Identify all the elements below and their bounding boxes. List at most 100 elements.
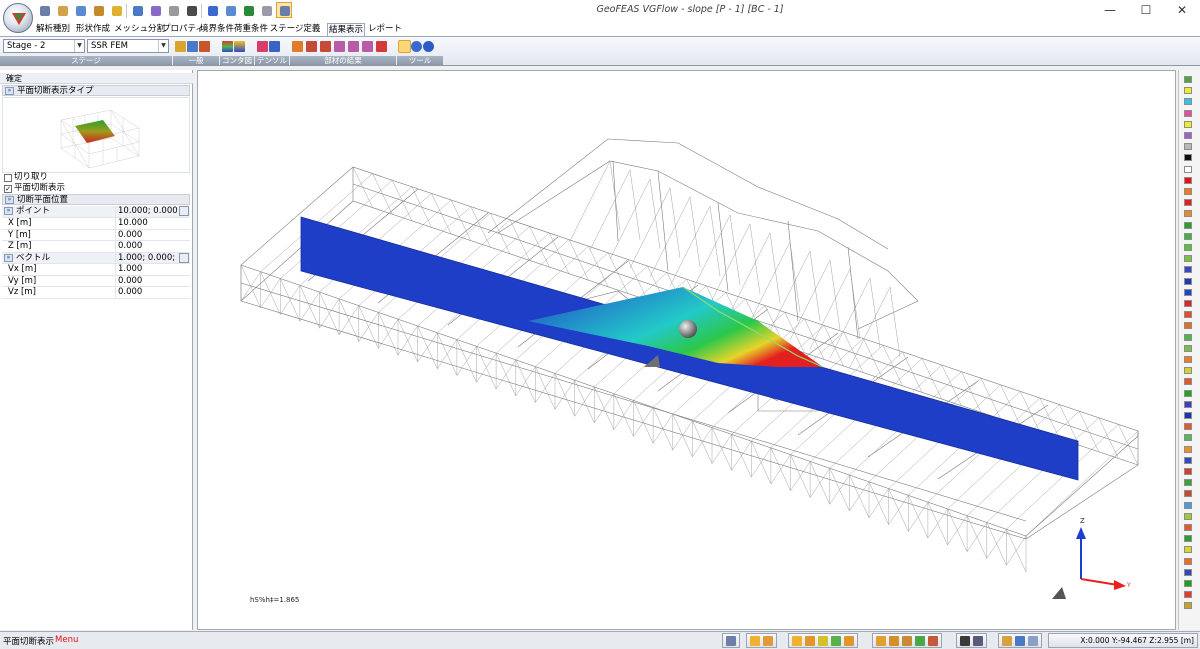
quick-access-icon-11[interactable]: [222, 2, 238, 18]
palette-swatch[interactable]: [1184, 378, 1192, 386]
palette-swatch[interactable]: [1184, 288, 1192, 296]
prop-value[interactable]: 10.000; 0.000; 0: [115, 206, 177, 217]
select-icon[interactable]: [750, 636, 760, 646]
tools-icon-active[interactable]: [398, 40, 411, 53]
output-icon-1[interactable]: [1002, 636, 1012, 646]
quick-access-icon-14[interactable]: [276, 2, 292, 18]
palette-swatch[interactable]: [1184, 367, 1192, 375]
contour-icon-1[interactable]: [222, 41, 233, 52]
palette-swatch[interactable]: [1184, 602, 1192, 610]
member-icon-mx[interactable]: [334, 41, 345, 52]
tab-results[interactable]: 結果表示: [327, 23, 365, 36]
display-icon-2[interactable]: [973, 636, 983, 646]
tab-load[interactable]: 荷重条件: [234, 23, 268, 36]
palette-swatch[interactable]: [1184, 591, 1192, 599]
prop-point[interactable]: » ポイント 10.000; 0.000; 0: [2, 206, 190, 218]
general-icon-3[interactable]: [199, 41, 210, 52]
prop-value[interactable]: 0.000: [115, 229, 177, 241]
palette-swatch[interactable]: [1184, 535, 1192, 543]
palette-swatch[interactable]: [1184, 568, 1192, 576]
palette-swatch[interactable]: [1184, 277, 1192, 285]
prop-value[interactable]: 10.000: [115, 218, 177, 229]
tab-property[interactable]: プロパティ: [162, 23, 204, 36]
prop-value[interactable]: 1.000; 0.000; 0.: [115, 252, 177, 264]
palette-swatch[interactable]: [1184, 232, 1192, 240]
tensor-icon-2[interactable]: [269, 41, 280, 52]
palette-swatch[interactable]: [1184, 490, 1192, 498]
palette-swatch[interactable]: [1184, 546, 1192, 554]
prop-x[interactable]: X [m] 10.000: [2, 218, 190, 230]
member-icon-vy[interactable]: [306, 41, 317, 52]
member-icon-n[interactable]: [292, 41, 303, 52]
palette-swatch[interactable]: [1184, 344, 1192, 352]
quick-access-icon-1[interactable]: [36, 2, 52, 18]
tensor-icon-1[interactable]: [257, 41, 268, 52]
prop-value[interactable]: 0.000: [115, 275, 177, 287]
quick-access-icon-12[interactable]: [240, 2, 256, 18]
palette-swatch[interactable]: [1184, 188, 1192, 195]
filter-icon-5[interactable]: [928, 636, 938, 646]
quick-access-icon-7[interactable]: [147, 2, 163, 18]
tab-geometry[interactable]: 形状作成: [74, 23, 112, 36]
snap-node-icon[interactable]: [844, 636, 854, 646]
quick-access-icon-13[interactable]: [258, 2, 274, 18]
tab-mesh[interactable]: メッシュ分割: [114, 23, 165, 36]
filter-icon-4[interactable]: [915, 636, 925, 646]
prop-value[interactable]: 0.000: [115, 241, 177, 252]
palette-swatch[interactable]: [1184, 400, 1192, 408]
prop-vector[interactable]: » ベクトル 1.000; 0.000; 0.: [2, 252, 190, 264]
general-icon-1[interactable]: [175, 41, 186, 52]
palette-swatch[interactable]: [1184, 255, 1192, 263]
palette-swatch[interactable]: [1184, 210, 1192, 218]
quick-access-icon-6[interactable]: [129, 2, 145, 18]
display-icon-1[interactable]: [960, 636, 970, 646]
prop-vz[interactable]: Vz [m] 0.000: [2, 287, 190, 299]
output-icon-2[interactable]: [1015, 636, 1025, 646]
palette-swatch[interactable]: [1184, 580, 1192, 587]
layout-icon[interactable]: [726, 636, 736, 646]
clip-checkbox-row[interactable]: 切り取り: [4, 172, 48, 183]
help-icon[interactable]: [423, 41, 434, 52]
quick-access-icon-8[interactable]: [165, 2, 181, 18]
tab-report[interactable]: レポート: [368, 23, 402, 36]
snap-face-icon[interactable]: [831, 636, 841, 646]
prop-vx[interactable]: Vx [m] 1.000: [2, 264, 190, 276]
palette-swatch[interactable]: [1184, 176, 1192, 184]
palette-swatch[interactable]: [1184, 445, 1192, 453]
plane-cut-checkbox[interactable]: ✓: [4, 185, 12, 193]
app-menu-button[interactable]: [3, 3, 33, 33]
tab-boundary[interactable]: 境界条件: [200, 23, 234, 36]
prop-value[interactable]: 1.000: [115, 264, 177, 275]
panel-header-confirm[interactable]: 確定: [0, 73, 193, 84]
palette-swatch[interactable]: [1184, 221, 1192, 229]
plane-cut-checkbox-row[interactable]: ✓ 平面切断表示: [4, 183, 65, 194]
general-icon-2[interactable]: [187, 41, 198, 52]
palette-swatch[interactable]: [1184, 479, 1192, 487]
contour-icon-2[interactable]: [234, 41, 245, 52]
palette-swatch[interactable]: [1184, 322, 1192, 330]
quick-access-icon-2[interactable]: [54, 2, 70, 18]
maximize-button[interactable]: ☐: [1128, 0, 1164, 20]
palette-swatch[interactable]: [1184, 266, 1192, 274]
info-icon[interactable]: [411, 41, 422, 52]
palette-swatch[interactable]: [1184, 468, 1192, 475]
quick-access-icon-4[interactable]: [90, 2, 106, 18]
minimize-button[interactable]: —: [1092, 0, 1128, 20]
palette-swatch[interactable]: [1184, 311, 1192, 319]
quick-access-icon-9[interactable]: [183, 2, 199, 18]
palette-swatch[interactable]: [1184, 98, 1192, 106]
edit-button[interactable]: [179, 252, 189, 263]
palette-swatch[interactable]: [1184, 244, 1192, 251]
model-viewport[interactable]: Z Y hS%h‡=1.865: [197, 70, 1176, 630]
tab-analysis-type[interactable]: 解析種別: [34, 23, 72, 36]
member-icon-my[interactable]: [348, 41, 359, 52]
member-icon-extra[interactable]: [376, 41, 387, 52]
palette-swatch[interactable]: [1184, 199, 1192, 207]
palette-swatch[interactable]: [1184, 512, 1192, 520]
filter-icon-2[interactable]: [889, 636, 899, 646]
palette-swatch[interactable]: [1184, 456, 1192, 464]
palette-swatch[interactable]: [1184, 524, 1192, 531]
palette-swatch[interactable]: [1184, 132, 1192, 139]
quick-access-icon-5[interactable]: [108, 2, 124, 18]
palette-swatch[interactable]: [1184, 87, 1192, 95]
